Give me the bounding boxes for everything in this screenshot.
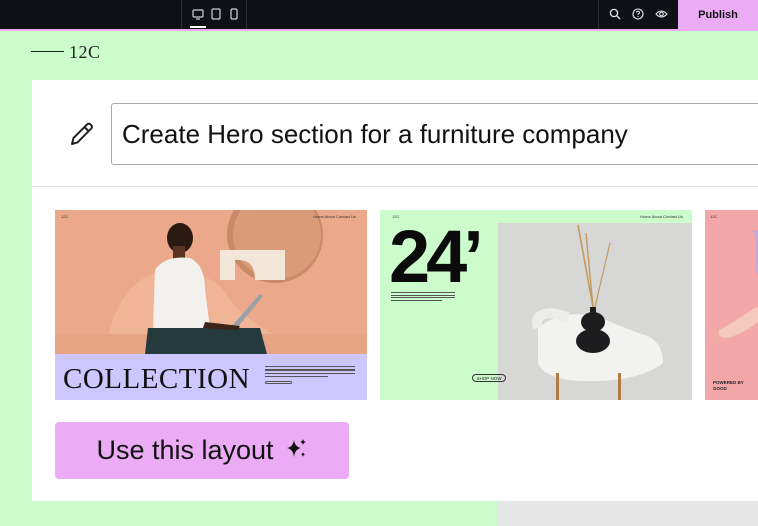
prompt-text: Create Hero section for a furniture comp… — [122, 118, 628, 149]
active-device-indicator — [190, 26, 206, 28]
thumb-body-text — [265, 366, 355, 387]
thumb-headline: COLLECTION — [63, 363, 251, 395]
top-toolbar: Publish — [0, 0, 758, 29]
search-icon[interactable] — [608, 7, 622, 21]
hero-photo-pink — [714, 230, 758, 343]
device-switcher — [181, 0, 247, 29]
pencil-icon — [68, 120, 96, 148]
toolbar-actions — [598, 0, 678, 29]
logo-dash — [31, 51, 64, 52]
layout-generator-panel: Create Hero section for a furniture comp… — [32, 80, 758, 501]
hero-photo-woman-laptop — [55, 210, 367, 354]
tablet-icon[interactable] — [209, 7, 223, 21]
prompt-row: Create Hero section for a furniture comp… — [32, 80, 758, 187]
desktop-icon[interactable] — [191, 7, 205, 21]
thumb-nav-logo: 12C — [61, 214, 69, 219]
mobile-icon[interactable] — [227, 7, 241, 21]
toolbar-accent-line — [0, 29, 758, 31]
eye-icon[interactable] — [654, 7, 668, 21]
help-icon[interactable] — [631, 7, 645, 21]
thumb-nav-links: Home About Contact Us — [313, 214, 356, 219]
collection-band: COLLECTION — [55, 354, 367, 400]
layout-thumbnail-24[interactable]: 12C Home About Contact Us 24’ SHOP NOW — [380, 210, 692, 400]
background-image-peek — [497, 501, 758, 526]
thumb-nav-logo: 12C — [710, 214, 718, 219]
thumb-caption: POWERED BY GOOD — [713, 380, 744, 391]
use-layout-button[interactable]: Use this layout — [55, 422, 349, 479]
site-logo[interactable]: 12C — [69, 42, 101, 63]
layout-thumbnail-collection[interactable]: 12C Home About Contact Us COLLECTION — [55, 210, 367, 400]
thumb-headline: 24’ — [389, 215, 484, 298]
thumb-body-text — [391, 292, 455, 303]
use-layout-label: Use this layout — [96, 435, 274, 465]
sparkle-icon — [284, 437, 308, 464]
thumb-shop-now-button: SHOP NOW — [472, 374, 506, 382]
thumb-nav-links: Home About Contact Us — [640, 214, 683, 219]
publish-button[interactable]: Publish — [678, 0, 758, 29]
hero-photo-chair-vase — [498, 223, 692, 400]
layout-thumbnail-powered[interactable]: 12C POWERED BY GOOD — [705, 210, 758, 400]
prompt-input[interactable]: Create Hero section for a furniture comp… — [111, 103, 758, 165]
